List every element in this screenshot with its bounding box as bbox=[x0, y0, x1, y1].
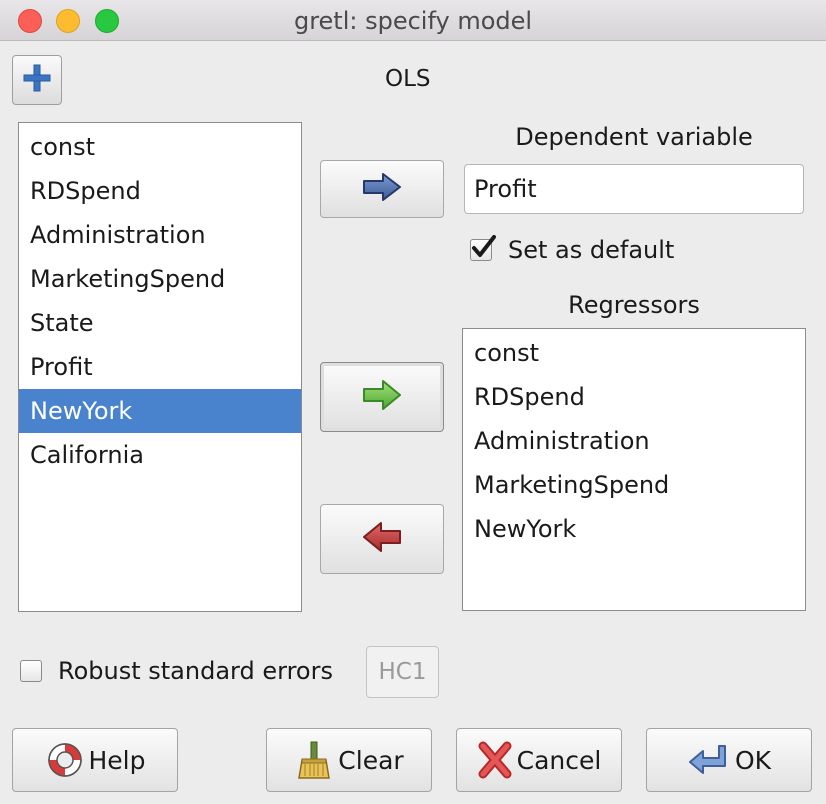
cancel-button-label: Cancel bbox=[516, 745, 602, 775]
dependent-variable-label: Dependent variable bbox=[515, 123, 753, 151]
add-variable-button[interactable] bbox=[12, 55, 62, 105]
regressors-list[interactable]: const RDSpend Administration MarketingSp… bbox=[462, 328, 806, 611]
variable-item[interactable]: RDSpend bbox=[19, 169, 301, 213]
available-variables-list[interactable]: const RDSpend Administration MarketingSp… bbox=[18, 122, 302, 612]
help-button[interactable]: Help bbox=[12, 728, 178, 792]
broom-icon bbox=[294, 740, 334, 780]
variable-item-selected[interactable]: NewYork bbox=[19, 389, 301, 433]
variable-item[interactable]: MarketingSpend bbox=[19, 257, 301, 301]
set-dependent-button[interactable] bbox=[320, 160, 444, 218]
plus-icon bbox=[22, 63, 52, 97]
checkbox-checked[interactable] bbox=[470, 235, 496, 261]
robust-standard-errors-checkbox[interactable]: Robust standard errors bbox=[20, 657, 333, 685]
set-as-default-checkbox[interactable]: Set as default bbox=[470, 235, 675, 264]
clear-button-label: Clear bbox=[338, 745, 404, 775]
regressor-item[interactable]: const bbox=[463, 331, 805, 375]
variable-item[interactable]: California bbox=[19, 433, 301, 477]
dependent-variable-field[interactable]: Profit bbox=[464, 164, 804, 214]
arrow-right-icon bbox=[361, 171, 403, 207]
estimator-label: OLS bbox=[385, 66, 431, 92]
regressor-item[interactable]: MarketingSpend bbox=[463, 463, 805, 507]
help-button-label: Help bbox=[88, 745, 146, 775]
title-bar: gretl: specify model bbox=[0, 0, 826, 41]
set-as-default-label: Set as default bbox=[508, 236, 675, 264]
variable-item[interactable]: Profit bbox=[19, 345, 301, 389]
variable-item[interactable]: Administration bbox=[19, 213, 301, 257]
clear-button[interactable]: Clear bbox=[266, 728, 432, 792]
robust-standard-errors-label: Robust standard errors bbox=[58, 657, 333, 685]
checkbox-unchecked[interactable] bbox=[20, 660, 42, 682]
hc-variant-button: HC1 bbox=[366, 646, 439, 698]
arrow-left-icon bbox=[361, 520, 403, 558]
add-regressor-button[interactable] bbox=[320, 362, 444, 432]
regressor-item[interactable]: Administration bbox=[463, 419, 805, 463]
window-title: gretl: specify model bbox=[293, 7, 533, 35]
cancel-button[interactable]: Cancel bbox=[456, 728, 622, 792]
regressor-item[interactable]: RDSpend bbox=[463, 375, 805, 419]
ok-button[interactable]: OK bbox=[646, 728, 812, 792]
remove-regressor-button[interactable] bbox=[320, 504, 444, 574]
enter-arrow-icon bbox=[687, 740, 731, 780]
lifebuoy-icon bbox=[45, 740, 85, 780]
ok-button-label: OK bbox=[734, 745, 772, 775]
cancel-x-icon bbox=[477, 740, 513, 780]
regressor-item[interactable]: NewYork bbox=[463, 507, 805, 551]
variable-item[interactable]: const bbox=[19, 125, 301, 169]
regressors-label: Regressors bbox=[568, 291, 700, 319]
arrow-right-icon bbox=[361, 378, 403, 416]
variable-item[interactable]: State bbox=[19, 301, 301, 345]
